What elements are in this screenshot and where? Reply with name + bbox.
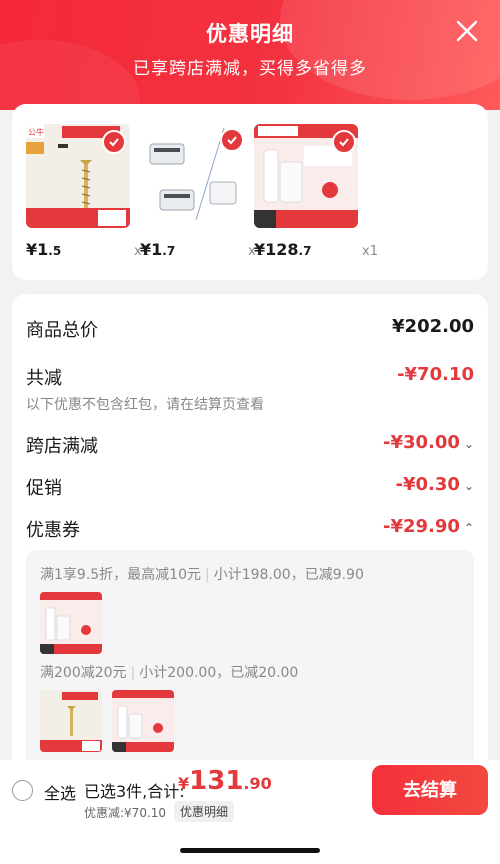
- product-price: ¥128.7: [254, 240, 312, 259]
- coupon-detail-panel: 满1享9.5折，最高减10元 | 小计198.00，已减9.90 满200减20元 |…: [26, 550, 474, 774]
- discount-value: -¥29.90 ⌃: [383, 516, 474, 537]
- discount-label: 优惠券: [26, 520, 80, 541]
- product-image[interactable]: [254, 124, 358, 228]
- page-subtitle: 已享跨店满减，买得多省得多: [133, 59, 367, 79]
- product-list-card: 公牛 ¥1.5 x1 ¥1.7 x1 ¥128.7 x1: [12, 104, 488, 280]
- price-summary-card: 商品总价 ¥202.00 共减 -¥70.10 以下优惠不包含红包，请在结算页查…: [12, 294, 488, 774]
- coupon-rule: 满200减20元 | 小计200.00，已减20.00: [40, 665, 299, 681]
- screw-photo: [40, 690, 102, 752]
- discount-row-coupon[interactable]: 优惠券 -¥29.90 ⌃: [26, 516, 474, 544]
- total-reduce-row: 共减 -¥70.10: [26, 364, 474, 392]
- select-all-radio[interactable]: [12, 780, 33, 801]
- total-reduce-value: -¥70.10: [397, 364, 474, 385]
- product-price: ¥1.7: [140, 240, 176, 259]
- coupon-rule: 满1享9.5折，最高减10元 | 小计198.00，已减9.90: [40, 567, 364, 583]
- chevron-down-icon[interactable]: ⌄: [464, 479, 474, 493]
- discount-label: 跨店满减: [26, 436, 98, 457]
- total-reduce-label: 共减: [26, 368, 62, 389]
- coupon-product-thumbnail[interactable]: [40, 592, 102, 654]
- product-image[interactable]: 公牛: [26, 124, 130, 228]
- home-indicator[interactable]: [180, 848, 320, 853]
- product-item[interactable]: ¥1.7 x1: [140, 124, 264, 259]
- selected-check-icon[interactable]: [332, 130, 356, 154]
- discount-note: 以下优惠不包含红包，请在结算页查看: [26, 397, 264, 413]
- selected-check-icon[interactable]: [220, 128, 244, 152]
- svg-text:公牛: 公牛: [28, 127, 44, 137]
- discount-summary: 优惠减:¥70.10: [84, 806, 167, 820]
- page-title: 优惠明细: [206, 22, 294, 46]
- chevron-down-icon[interactable]: ⌄: [464, 437, 474, 451]
- cream-photo: [40, 592, 102, 654]
- total-price-label: 商品总价: [26, 320, 98, 341]
- selected-count: 已选3件,合计:: [84, 782, 185, 801]
- header-banner: 优惠明细 已享跨店满减，买得多省得多: [0, 0, 500, 110]
- product-quantity: x1: [362, 244, 378, 259]
- product-price: ¥1.5: [26, 240, 62, 259]
- chevron-up-icon[interactable]: ⌃: [464, 521, 474, 535]
- selected-check-icon[interactable]: [102, 130, 126, 154]
- header-decoration: [280, 0, 500, 100]
- cream-photo: [112, 690, 174, 752]
- product-price-row: ¥1.5 x1: [26, 240, 150, 264]
- coupon-product-thumbnail[interactable]: [40, 690, 102, 752]
- product-item[interactable]: ¥128.7 x1: [254, 124, 378, 259]
- discount-value: -¥30.00 ⌄: [383, 432, 474, 453]
- discount-row-cross-store[interactable]: 跨店满减 -¥30.00 ⌄: [26, 432, 474, 460]
- product-image[interactable]: [140, 124, 244, 228]
- product-price-row: ¥1.7 x1: [140, 240, 264, 264]
- total-price-row: 商品总价 ¥202.00: [26, 316, 474, 344]
- total-amount: ¥131.90: [178, 766, 272, 796]
- discount-row-promotion[interactable]: 促销 -¥0.30 ⌄: [26, 474, 474, 502]
- checkout-button[interactable]: 去结算: [372, 765, 488, 815]
- discount-label: 促销: [26, 478, 62, 499]
- total-price-value: ¥202.00: [392, 316, 474, 337]
- close-icon[interactable]: [454, 18, 480, 44]
- product-price-row: ¥128.7 x1: [254, 240, 378, 264]
- discount-value: -¥0.30 ⌄: [395, 474, 474, 495]
- coupon-product-thumbnail[interactable]: [112, 690, 174, 752]
- select-all-label[interactable]: 全选: [44, 780, 76, 804]
- product-item[interactable]: 公牛 ¥1.5 x1: [26, 124, 150, 259]
- discount-detail-link[interactable]: 优惠明细: [174, 801, 235, 822]
